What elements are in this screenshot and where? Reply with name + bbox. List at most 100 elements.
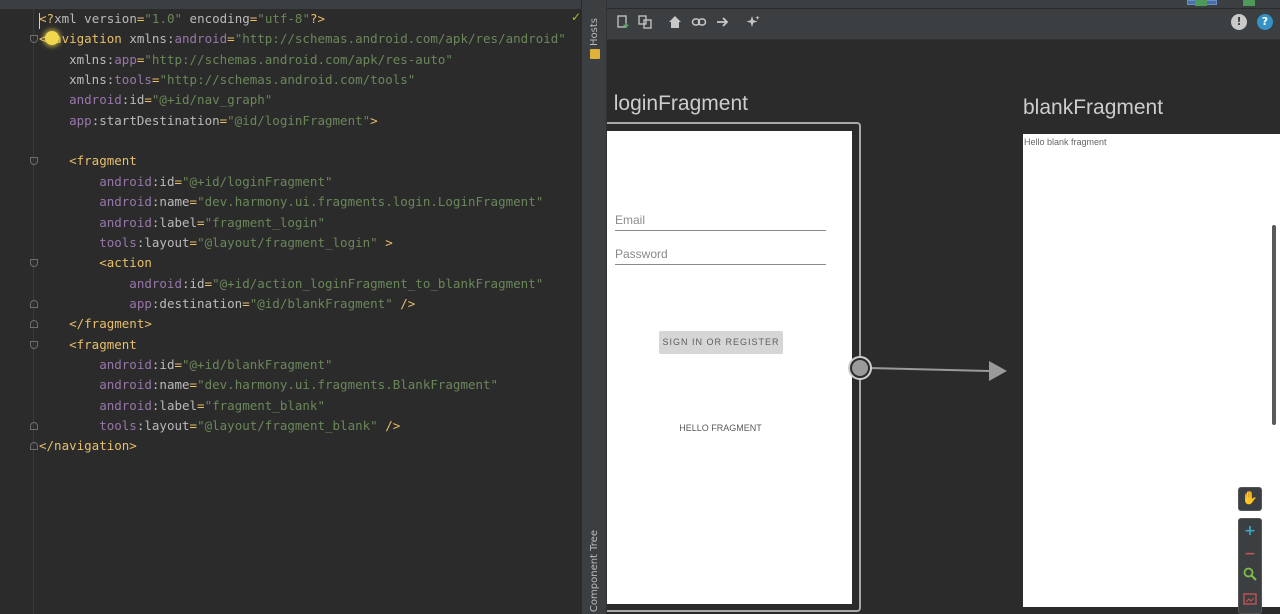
- fold-marker-icon[interactable]: [30, 340, 38, 349]
- code-line[interactable]: <navigation xmlns:android="http://schema…: [0, 29, 581, 49]
- actual-size-icon[interactable]: [1239, 591, 1261, 613]
- login-fragment-preview[interactable]: Email Password SIGN IN OR REGISTER HELLO…: [607, 131, 852, 604]
- code-token: "@+id/action_loginFragment_to_blankFragm…: [212, 275, 544, 291]
- code-line[interactable]: </fragment>: [0, 314, 581, 334]
- arrow-right-icon[interactable]: [715, 14, 731, 30]
- pan-hand-icon[interactable]: ✋: [1238, 487, 1262, 511]
- code-line[interactable]: app:destination="@id/blankFragment" />: [0, 294, 581, 314]
- zoom-in-icon[interactable]: +: [1239, 520, 1261, 542]
- warning-icon[interactable]: !: [1231, 14, 1247, 30]
- code-token: =: [204, 275, 213, 291]
- code-line[interactable]: android:id="@+id/blankFragment": [0, 355, 581, 375]
- code-line-text: app:startDestination="@id/loginFragment"…: [39, 111, 378, 131]
- code-token: "@layout/fragment_login": [197, 234, 378, 250]
- code-token: />: [392, 295, 416, 311]
- editor-top-strip: [0, 0, 581, 9]
- code-line[interactable]: android:label="fragment_login": [0, 213, 581, 233]
- vertical-scrollbar[interactable]: [1272, 225, 1276, 425]
- code-token: </fragment>: [39, 316, 152, 332]
- code-token: >: [370, 112, 378, 128]
- help-icon[interactable]: ?: [1257, 14, 1273, 30]
- code-line-text: android:id="@+id/loginFragment": [39, 172, 333, 192]
- code-line-text: android:id="@+id/blankFragment": [39, 355, 333, 375]
- code-line[interactable]: android:id="@+id/loginFragment": [0, 172, 581, 192]
- code-line[interactable]: app:startDestination="@id/loginFragment"…: [0, 111, 581, 131]
- sign-in-button[interactable]: SIGN IN OR REGISTER: [659, 331, 783, 354]
- hosts-tab[interactable]: Hosts: [589, 18, 600, 46]
- code-token: :id: [151, 173, 175, 189]
- hosts-icon[interactable]: [590, 49, 600, 59]
- sparkle-icon[interactable]: [745, 14, 761, 30]
- code-token: "dev.harmony.ui.fragments.login.LoginFra…: [197, 194, 544, 210]
- home-icon[interactable]: [667, 14, 683, 30]
- copy-icon[interactable]: [637, 14, 653, 30]
- code-token: =: [189, 377, 198, 393]
- fold-marker-icon[interactable]: [30, 299, 38, 308]
- code-line-text: <fragment: [39, 151, 137, 171]
- fold-marker-icon[interactable]: [30, 320, 38, 329]
- code-token: xml version: [54, 11, 137, 26]
- email-field[interactable]: Email: [615, 211, 826, 231]
- code-line[interactable]: xmlns:app="http://schemas.android.com/ap…: [0, 50, 581, 70]
- code-line-text: </fragment>: [39, 314, 152, 334]
- lightbulb-icon[interactable]: [45, 31, 59, 45]
- code-line[interactable]: xmlns:tools="http://schemas.android.com/…: [0, 70, 581, 90]
- blank-fragment-title[interactable]: blankFragment: [1023, 96, 1163, 120]
- indicator-icon: [1195, 0, 1207, 6]
- code-token: xmlns:: [129, 31, 175, 47]
- code-token: encoding: [182, 11, 250, 26]
- code-token: >: [377, 234, 393, 250]
- zoom-out-icon[interactable]: −: [1239, 543, 1261, 565]
- code-line[interactable]: android:label="fragment_blank": [0, 396, 581, 416]
- zoom-fit-icon[interactable]: [1239, 567, 1261, 589]
- code-line-text: <action: [39, 253, 152, 273]
- code-line[interactable]: <fragment: [0, 335, 581, 355]
- code-token: app: [114, 51, 137, 67]
- code-token: "@+id/nav_graph": [151, 92, 273, 108]
- code-line[interactable]: [0, 131, 581, 151]
- code-line-text: tools:layout="@layout/fragment_blank" />: [39, 416, 400, 436]
- code-line-text: android:label="fragment_blank": [39, 396, 325, 416]
- code-token: </navigation>: [39, 438, 137, 454]
- code-line[interactable]: <fragment: [0, 151, 581, 171]
- code-line-text: <?xml version="1.0" encoding="utf-8"?>: [39, 9, 325, 29]
- code-line[interactable]: <?xml version="1.0" encoding="utf-8"?>: [0, 9, 581, 29]
- text-caret: [39, 13, 40, 29]
- code-line[interactable]: android:name="dev.harmony.ui.fragments.l…: [0, 192, 581, 212]
- code-token: =: [189, 194, 198, 210]
- code-line[interactable]: tools:layout="@layout/fragment_login" >: [0, 233, 581, 253]
- code-line[interactable]: android:name="dev.harmony.ui.fragments.B…: [0, 375, 581, 395]
- toolbar-top-strip: [607, 0, 1280, 9]
- component-tree-tab[interactable]: Component Tree: [589, 530, 600, 612]
- code-token: :name: [151, 377, 190, 393]
- code-line[interactable]: <action: [0, 253, 581, 273]
- password-field[interactable]: Password: [615, 245, 826, 265]
- code-token: android: [39, 92, 122, 108]
- indicator-icon: [1243, 0, 1255, 6]
- code-token: =: [197, 214, 205, 230]
- code-line-text: android:name="dev.harmony.ui.fragments.l…: [39, 192, 543, 212]
- code-line[interactable]: tools:layout="@layout/fragment_blank" />: [0, 416, 581, 436]
- code-token: app: [39, 112, 92, 128]
- fold-marker-icon[interactable]: [30, 442, 38, 451]
- fold-marker-icon[interactable]: [30, 422, 38, 430]
- code-line[interactable]: android:id="@+id/action_loginFragment_to…: [0, 274, 581, 294]
- code-token: "fragment_login": [204, 214, 325, 230]
- link-icon[interactable]: [691, 14, 707, 30]
- action-arrow[interactable]: [843, 350, 1013, 390]
- xml-editor[interactable]: <?xml version="1.0" encoding="utf-8"?> <n…: [0, 0, 581, 614]
- code-token: android: [39, 377, 152, 393]
- code-line-text: tools:layout="@layout/fragment_login" >: [39, 233, 393, 253]
- new-destination-icon[interactable]: [615, 14, 631, 30]
- code-token: <fragment: [39, 336, 137, 352]
- code-token: "@+id/blankFragment": [182, 356, 333, 372]
- code-token: tools: [39, 234, 137, 250]
- code-token: "http://schemas.android.com/tools": [159, 72, 416, 88]
- code-line[interactable]: android:id="@+id/nav_graph": [0, 90, 581, 110]
- code-token: "fragment_blank": [204, 397, 325, 413]
- login-fragment-title[interactable]: ⌂ loginFragment: [607, 92, 748, 116]
- code-line[interactable]: </navigation>: [0, 436, 581, 456]
- code-token: <?: [39, 11, 55, 26]
- design-canvas[interactable]: ! ? ⌂ loginFragment Email Password SIGN …: [607, 0, 1280, 614]
- code-token: "@+id/loginFragment": [182, 173, 333, 189]
